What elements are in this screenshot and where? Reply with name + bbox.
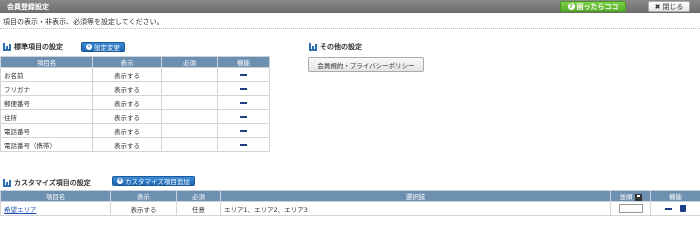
minus-icon[interactable] xyxy=(665,207,672,210)
custom-section-label: カスタマイズ項目の設定 xyxy=(14,179,91,187)
required-value xyxy=(161,123,218,138)
item-name: 住所 xyxy=(0,109,93,124)
table-row: 希望エリア 表示する 任意 エリア1、エリア2、エリア3 xyxy=(0,201,700,216)
column-header: 表示 xyxy=(110,190,177,202)
column-header: 機能 xyxy=(217,56,270,68)
custom-item-link[interactable]: 希望エリア xyxy=(4,206,37,214)
required-value: 任意 xyxy=(176,201,221,216)
standard-section-label: 標準項目の設定 xyxy=(14,43,63,51)
required-value xyxy=(161,109,218,124)
help-icon: ? xyxy=(567,3,575,10)
display-value: 表示する xyxy=(92,109,162,124)
trash-icon[interactable] xyxy=(680,205,686,212)
order-label: 並順 xyxy=(619,193,633,201)
column-header: 項目名 xyxy=(0,190,111,202)
add-custom-item-label: カスタマイズ項目追加 xyxy=(125,178,190,186)
choices-value: エリア1、エリア2、エリア3 xyxy=(220,201,611,216)
display-value: 表示する xyxy=(92,123,162,138)
column-header: 表示 xyxy=(92,56,162,68)
plus-icon: + xyxy=(117,177,123,184)
column-header: 機能 xyxy=(650,190,700,202)
display-value: 表示する xyxy=(92,95,162,110)
settings-bars-icon xyxy=(309,43,317,51)
settings-change-label: 設定変更 xyxy=(94,44,120,52)
description-text: 項目の表示・非表示、必須等を設定してください。 xyxy=(3,18,164,26)
display-value: 表示する xyxy=(92,67,162,82)
minus-icon[interactable] xyxy=(240,73,247,76)
minus-icon[interactable] xyxy=(240,115,247,118)
item-name: フリガナ xyxy=(0,81,93,96)
table-row: 電話番号 表示する xyxy=(0,123,270,138)
minus-icon[interactable] xyxy=(240,101,247,104)
required-value xyxy=(161,81,218,96)
required-value xyxy=(161,67,218,82)
settings-bars-icon xyxy=(3,179,11,187)
settings-bars-icon xyxy=(3,43,11,51)
other-section-title: その他の設定 xyxy=(309,42,362,52)
required-value xyxy=(161,137,218,152)
standard-items-table: 項目名 表示 必須 機能 お名前 表示する フリガナ 表示する 郵便番号 表示す… xyxy=(0,56,270,152)
add-custom-item-button[interactable]: + カスタマイズ項目追加 xyxy=(112,176,195,186)
custom-section-title: カスタマイズ項目の設定 xyxy=(3,178,91,188)
custom-items-table: 項目名 表示 必須 選択肢 並順 機能 希望エリア 表示する 任意 エリア1、エ… xyxy=(0,190,700,216)
column-header: 必須 xyxy=(161,56,218,68)
divider xyxy=(0,28,700,29)
minus-icon[interactable] xyxy=(240,143,247,146)
display-value: 表示する xyxy=(92,137,162,152)
minus-icon[interactable] xyxy=(240,87,247,90)
table-row: 郵便番号 表示する xyxy=(0,95,270,110)
order-column-header: 並順 xyxy=(610,190,651,202)
close-icon: ✖ xyxy=(654,2,661,11)
other-section-label: その他の設定 xyxy=(320,43,362,51)
item-name: 郵便番号 xyxy=(0,95,93,110)
table-row: 住所 表示する xyxy=(0,109,270,124)
save-icon[interactable] xyxy=(634,193,642,201)
item-name: お名前 xyxy=(0,67,93,82)
display-value: 表示する xyxy=(92,81,162,96)
item-name: 電話番号（携帯） xyxy=(0,137,93,152)
required-value xyxy=(161,95,218,110)
arrow-icon: › xyxy=(86,43,92,50)
help-button-label: 困ったらココ xyxy=(576,2,619,11)
table-row: お名前 表示する xyxy=(0,67,270,82)
help-button[interactable]: ? 困ったらココ xyxy=(560,1,626,12)
display-value: 表示する xyxy=(110,201,177,216)
terms-privacy-button[interactable]: 会員規約・プライバシーポリシー xyxy=(308,57,424,72)
close-button-label: 閉じる xyxy=(662,2,684,11)
page-title: 会員登録設定 xyxy=(7,3,49,11)
close-button[interactable]: ✖ 閉じる xyxy=(648,1,690,12)
column-header: 選択肢 xyxy=(220,190,611,202)
table-row: 電話番号（携帯） 表示する xyxy=(0,137,270,152)
column-header: 必須 xyxy=(176,190,221,202)
standard-section-title: 標準項目の設定 xyxy=(3,42,63,52)
item-name: 電話番号 xyxy=(0,123,93,138)
column-header: 項目名 xyxy=(0,56,93,68)
title-bar: 会員登録設定 ? 困ったらココ ✖ 閉じる xyxy=(0,0,700,13)
minus-icon[interactable] xyxy=(240,129,247,132)
order-input[interactable] xyxy=(618,204,643,213)
table-row: フリガナ 表示する xyxy=(0,81,270,96)
settings-change-button[interactable]: › 設定変更 xyxy=(81,42,125,52)
